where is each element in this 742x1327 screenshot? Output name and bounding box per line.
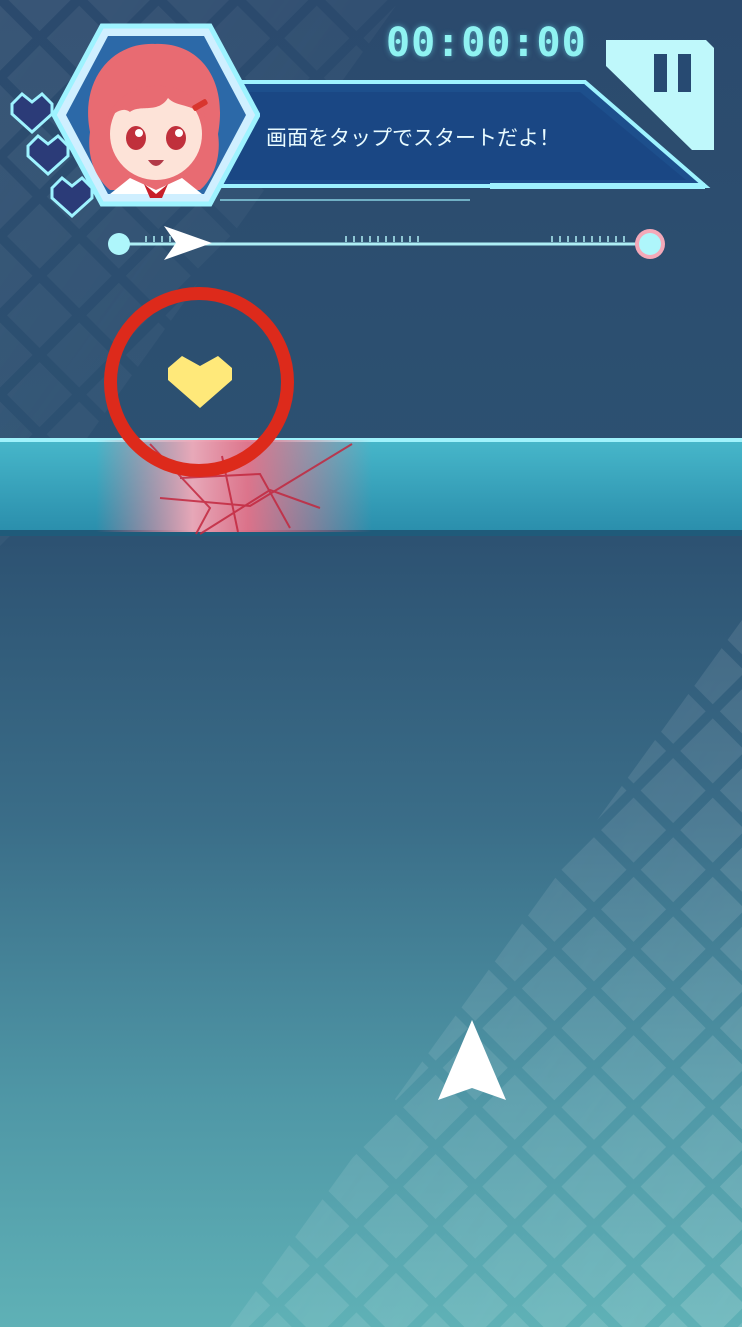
lives-indicator bbox=[10, 92, 94, 219]
stage-progress-bar bbox=[108, 226, 665, 260]
pause-button[interactable] bbox=[602, 36, 718, 154]
life-heart-icon bbox=[50, 175, 94, 219]
elapsed-timer: 00:00:00 bbox=[386, 20, 587, 66]
life-heart-icon bbox=[26, 133, 70, 177]
hit-effect bbox=[96, 440, 372, 532]
target-heart-icon[interactable] bbox=[160, 350, 240, 414]
game-screen[interactable]: 画面をタップでスタートだよ！ 00:00:00 bbox=[0, 0, 742, 1327]
life-heart-icon bbox=[10, 92, 54, 135]
hit-lane bbox=[0, 438, 742, 536]
arrow-up-icon[interactable] bbox=[436, 1018, 508, 1106]
tap-to-start-area[interactable] bbox=[0, 540, 742, 1327]
progress-start-node bbox=[108, 233, 130, 255]
progress-goal-node bbox=[635, 229, 665, 259]
start-instruction-text: 画面をタップでスタートだよ！ bbox=[266, 126, 560, 150]
